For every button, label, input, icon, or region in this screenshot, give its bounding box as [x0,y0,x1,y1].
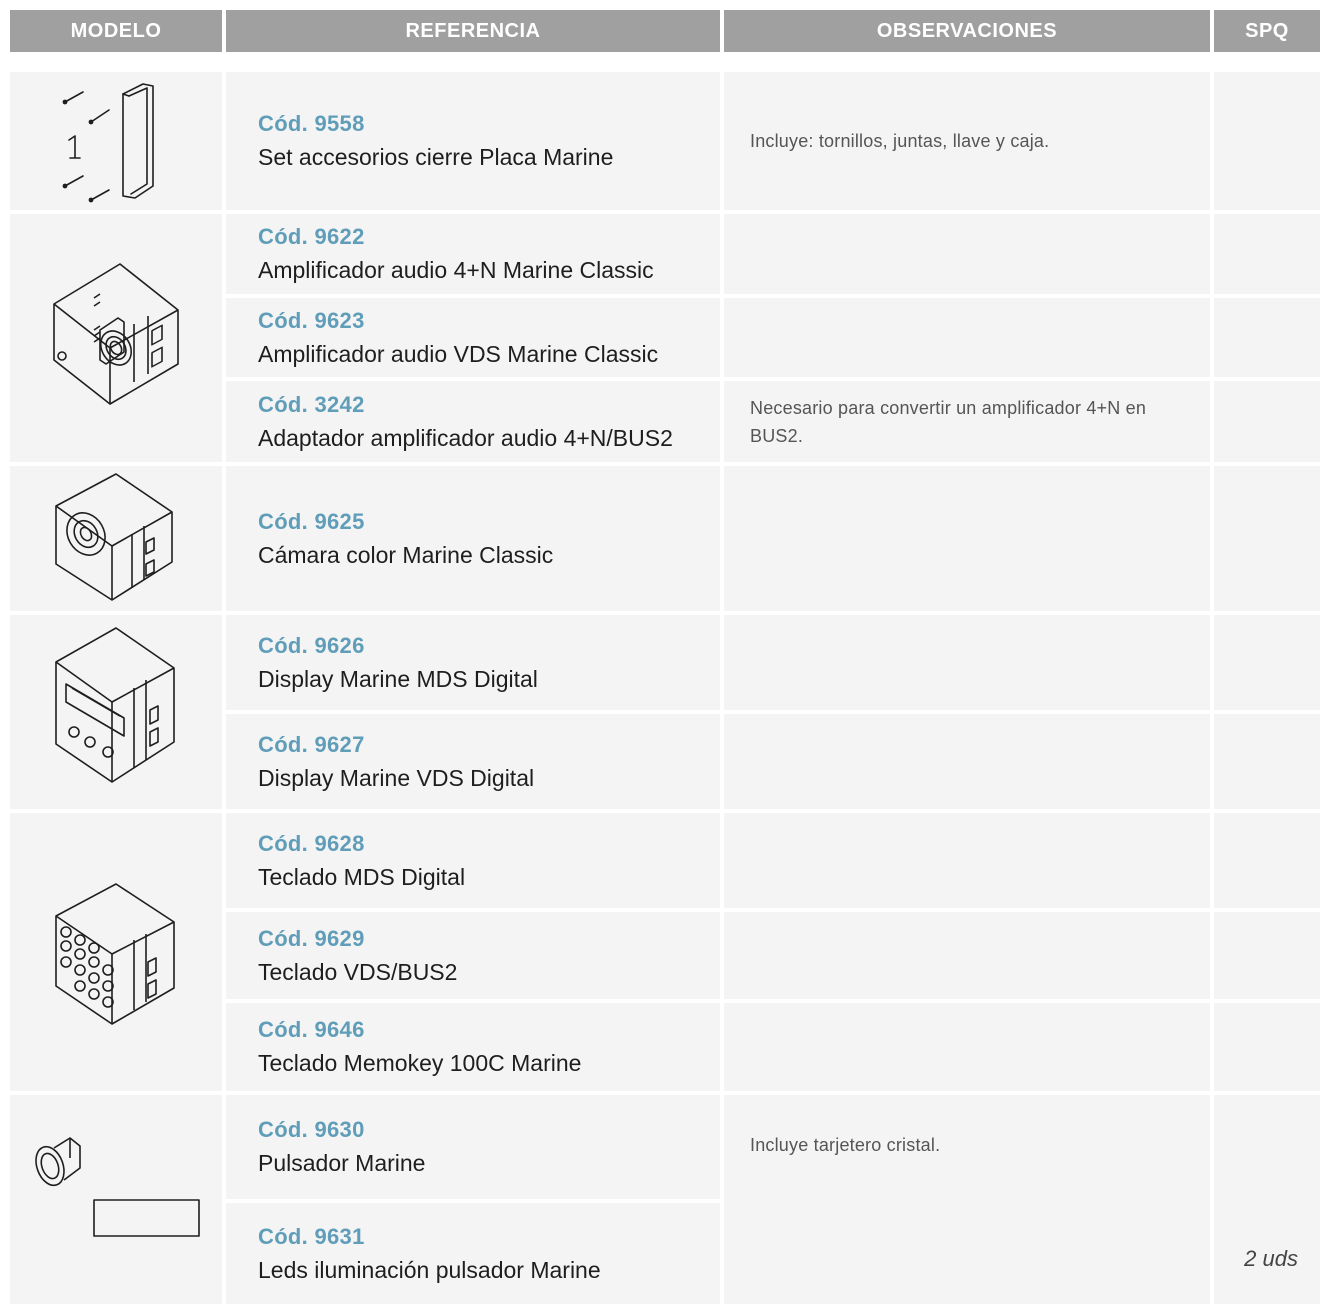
table-row: Cód. 9623 Amplificador audio VDS Marine … [226,298,720,377]
product-name: Leds iluminación pulsador Marine [258,1256,601,1283]
table-row: Cód. 9622 Amplificador audio 4+N Marine … [226,214,720,294]
header-modelo: MODELO [10,10,222,52]
color-camera-icon [55,473,173,601]
observation-text: Incluye tarjetero cristal. [750,1135,941,1155]
spq-cell [1214,1003,1320,1091]
observation-cell [724,714,1210,809]
header-observaciones: OBSERVACIONES [724,10,1210,52]
observation-cell [724,813,1210,908]
product-code: Cód. 9646 [258,1017,365,1042]
table-row: Cód. 9626 Display Marine MDS Digital [226,615,720,710]
observation-text: Incluye: tornillos, juntas, llave y caja… [750,131,1050,151]
product-name: Teclado Memokey 100C Marine [258,1050,582,1076]
product-name: Set accesorios cierre Placa Marine [258,144,614,170]
header-referencia: REFERENCIA [226,10,720,52]
spq-cell [1214,912,1320,999]
product-code: Cód. 9631 [258,1223,365,1249]
product-code: Cód. 9628 [258,830,365,856]
observation-cell [724,1003,1210,1091]
spq-cell [1214,72,1320,210]
product-code: Cód. 9625 [258,508,365,534]
closure-accessories-icon [62,83,154,203]
product-name: Display Marine MDS Digital [258,665,538,692]
table-row: Cód. 9558 Set accesorios cierre Placa Ma… [226,72,720,210]
table-row: Cód. 9631 Leds iluminación pulsador Mari… [226,1203,720,1304]
product-code: Cód. 9626 [258,632,365,658]
product-name: Amplificador audio VDS Marine Classic [258,340,659,367]
product-name: Pulsador Marine [258,1150,426,1176]
product-name: Amplificador audio 4+N Marine Classic [258,257,654,283]
table-row: Cód. 9629 Teclado VDS/BUS2 [226,912,720,999]
header-spq: SPQ [1214,10,1320,52]
spq-cell [1214,466,1320,611]
observation-cell [724,214,1210,294]
spq-cell [1214,615,1320,710]
product-code: Cód. 9627 [258,731,365,757]
product-code: Cód. 3242 [258,391,365,417]
product-code: Cód. 9622 [258,224,365,249]
observation-cell: Incluye: tornillos, juntas, llave y caja… [724,72,1210,210]
observation-cell [724,912,1210,999]
observation-cell [724,298,1210,377]
table-row: Cód. 9646 Teclado Memokey 100C Marine [226,1003,720,1091]
spq-cell [1214,813,1320,908]
product-code: Cód. 9629 [258,925,365,951]
table-row: Cód. 9625 Cámara color Marine Classic [226,466,720,611]
spq-value: 2 uds [1244,1246,1298,1271]
display-module-icon [55,627,175,783]
table-row: Cód. 3242 Adaptador amplificador audio 4… [226,381,720,462]
spq-cell: 2 uds [1214,1095,1320,1304]
audio-amplifier-icon [53,263,179,405]
spq-cell [1214,381,1320,462]
observation-cell [724,615,1210,710]
observation-cell [724,466,1210,611]
keypad-module-icon [55,883,175,1025]
observation-cell: Incluye tarjetero cristal. [724,1095,1210,1304]
product-code: Cód. 9558 [258,111,365,136]
product-name: Teclado MDS Digital [258,863,466,890]
product-name: Cámara color Marine Classic [258,541,554,568]
table-row: Cód. 9630 Pulsador Marine [226,1095,720,1199]
product-code: Cód. 9630 [258,1117,365,1142]
product-name: Adaptador amplificador audio 4+N/BUS2 [258,424,673,451]
spq-cell [1214,298,1320,377]
observation-cell: Necesario para convertir un amplificador… [724,381,1210,462]
product-name: Display Marine VDS Digital [258,764,535,791]
product-code: Cód. 9623 [258,307,365,333]
table-row: Cód. 9628 Teclado MDS Digital [226,813,720,908]
product-name: Teclado VDS/BUS2 [258,958,458,985]
spq-cell [1214,214,1320,294]
spq-cell [1214,714,1320,809]
table-row: Cód. 9627 Display Marine VDS Digital [226,714,720,809]
push-button-icon [35,1137,200,1237]
observation-text: Necesario para convertir un amplificador… [750,397,1147,446]
